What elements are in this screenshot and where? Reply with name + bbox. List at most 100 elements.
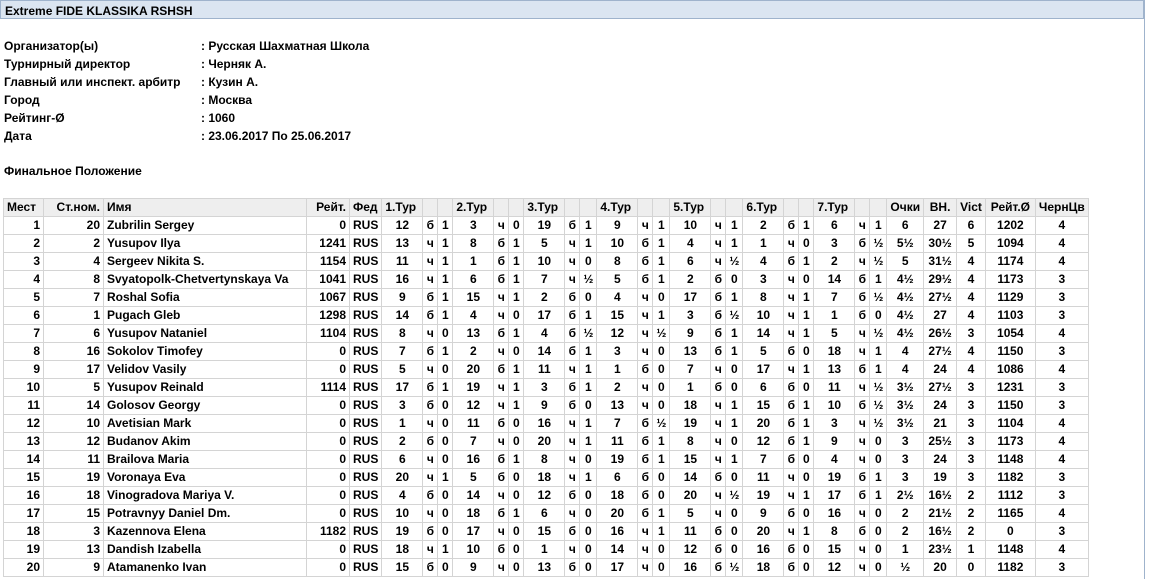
round-color-cell: ч [564,360,581,379]
player-name-cell: Yusupov Nataniel [103,324,307,343]
rating-cell: 1241 [306,234,350,253]
blacks-cell: 4 [1034,432,1089,451]
round-color-cell: б [422,522,439,541]
table-row: 6 1 Pugach Gleb 1298 RUS 14 б 1 4 ч 0 17 б 1 15 ч 1 3 б ½ 10… [3,306,1089,325]
wins-cell: 1 [956,540,986,559]
start-no-cell: 2 [43,234,104,253]
place-cell: 13 [3,432,44,451]
round-opponent-cell: 4 [742,252,785,271]
start-no-cell: 10 [43,414,104,433]
round-result-cell: 1 [437,540,454,559]
points-cell: 2½ [886,486,925,505]
points-cell: 3 [886,432,925,451]
player-name-cell: Dandish Izabella [103,540,307,559]
round-result-cell: 1 [798,522,815,541]
round-color-cell: ч [854,342,871,361]
round-color-cell: б [854,522,871,541]
place-cell: 16 [3,486,44,505]
round-opponent-cell: 13 [452,324,495,343]
round-opponent-cell: 5 [596,270,639,289]
round-opponent-cell: 19 [813,468,856,487]
round-color-cell: ч [637,378,654,397]
round-result-cell: 0 [725,540,744,559]
place-cell: 9 [3,360,44,379]
round-result-cell: 1 [508,252,525,271]
round-opponent-cell: 17 [452,522,495,541]
wins-cell: 5 [956,234,986,253]
round-result-cell: 0 [652,360,671,379]
place-cell: 5 [3,288,44,307]
round-opponent-cell: 9 [742,504,785,523]
round-color-cell: ч [854,504,871,523]
buchholz-cell: 21 [923,414,958,433]
round-result-cell: 0 [798,450,815,469]
round-result-cell: 1 [798,360,815,379]
round-color-cell: б [783,414,800,433]
player-name-cell: Voronaya Eva [103,468,307,487]
avg-rating-cell: 1086 [984,360,1036,379]
round-result-cell: 1 [798,216,815,235]
round-color-cell: ч [783,306,800,325]
round-opponent-cell: 4 [813,450,856,469]
round-opponent-cell: 3 [742,270,785,289]
round-result-cell: 1 [579,216,598,235]
round-color-cell: б [564,342,581,361]
place-cell: 8 [3,342,44,361]
frame-divider [1144,0,1145,579]
wins-cell: 3 [956,432,986,451]
round-opponent-cell: 11 [452,414,495,433]
info-row: Рейтинг-Ø: 1060 [4,109,369,127]
round-color-cell: ч [710,486,727,505]
avg-rating-cell: 0 [984,522,1036,541]
wins-cell: 3 [956,414,986,433]
round-result-cell: 0 [652,468,671,487]
federation-cell: RUS [348,450,383,469]
round-opponent-cell: 19 [523,216,566,235]
info-label: Рейтинг-Ø [4,111,65,125]
avg-rating-cell: 1150 [984,396,1036,415]
round-color-cell: б [493,324,510,343]
federation-cell: RUS [348,558,383,577]
avg-rating-cell: 1231 [984,378,1036,397]
round-result-cell: 0 [725,378,744,397]
round-color-cell: ч [493,558,510,577]
blacks-cell: 4 [1034,540,1089,559]
round-opponent-cell: 15 [596,306,639,325]
avg-rating-cell: 1148 [984,540,1036,559]
round-color-cell: ч [783,270,800,289]
round-result-cell: 1 [869,468,888,487]
round-color-cell: б [710,306,727,325]
start-no-cell: 13 [43,540,104,559]
header-start-no: Ст.ном. [43,198,104,217]
federation-cell: RUS [348,270,383,289]
round-opponent-cell: 14 [523,342,566,361]
avg-rating-cell: 1182 [984,468,1036,487]
avg-rating-cell: 1173 [984,432,1036,451]
table-row: 17 15 Potravnyy Daniel Dm. 0 RUS 10 ч 0 18 б 1 6 ч 0 2… [3,504,1089,523]
round-color-cell: б [564,288,581,307]
buchholz-cell: 24 [923,396,958,415]
round-color-cell: ч [493,288,510,307]
round-result-cell: 0 [725,270,744,289]
place-cell: 6 [3,306,44,325]
round-result-cell: 0 [579,288,598,307]
round-color-cell: б [422,432,439,451]
header-wins: Vict [956,198,986,217]
round-opponent-cell: 8 [381,324,424,343]
round-color-cell: ч [493,216,510,235]
points-cell: 4½ [886,324,925,343]
table-row: 11 14 Golosov Georgy 0 RUS 3 б 0 12 ч 1 9 б 0 13 ч 0 18 ч 1… [3,396,1089,415]
round-opponent-cell: 2 [669,270,712,289]
round-result-cell: 1 [652,270,671,289]
round-opponent-cell: 4 [669,234,712,253]
round-color-cell: ч [710,360,727,379]
round-result-cell: 0 [508,486,525,505]
round-opponent-cell: 2 [523,288,566,307]
header-round-7: 7.Тур [813,198,856,217]
round-result-cell: ½ [869,252,888,271]
round-result-cell: 0 [869,432,888,451]
round-opponent-cell: 3 [813,234,856,253]
header-round-1-color [422,198,439,217]
round-color-cell: б [783,396,800,415]
round-color-cell: б [564,558,581,577]
